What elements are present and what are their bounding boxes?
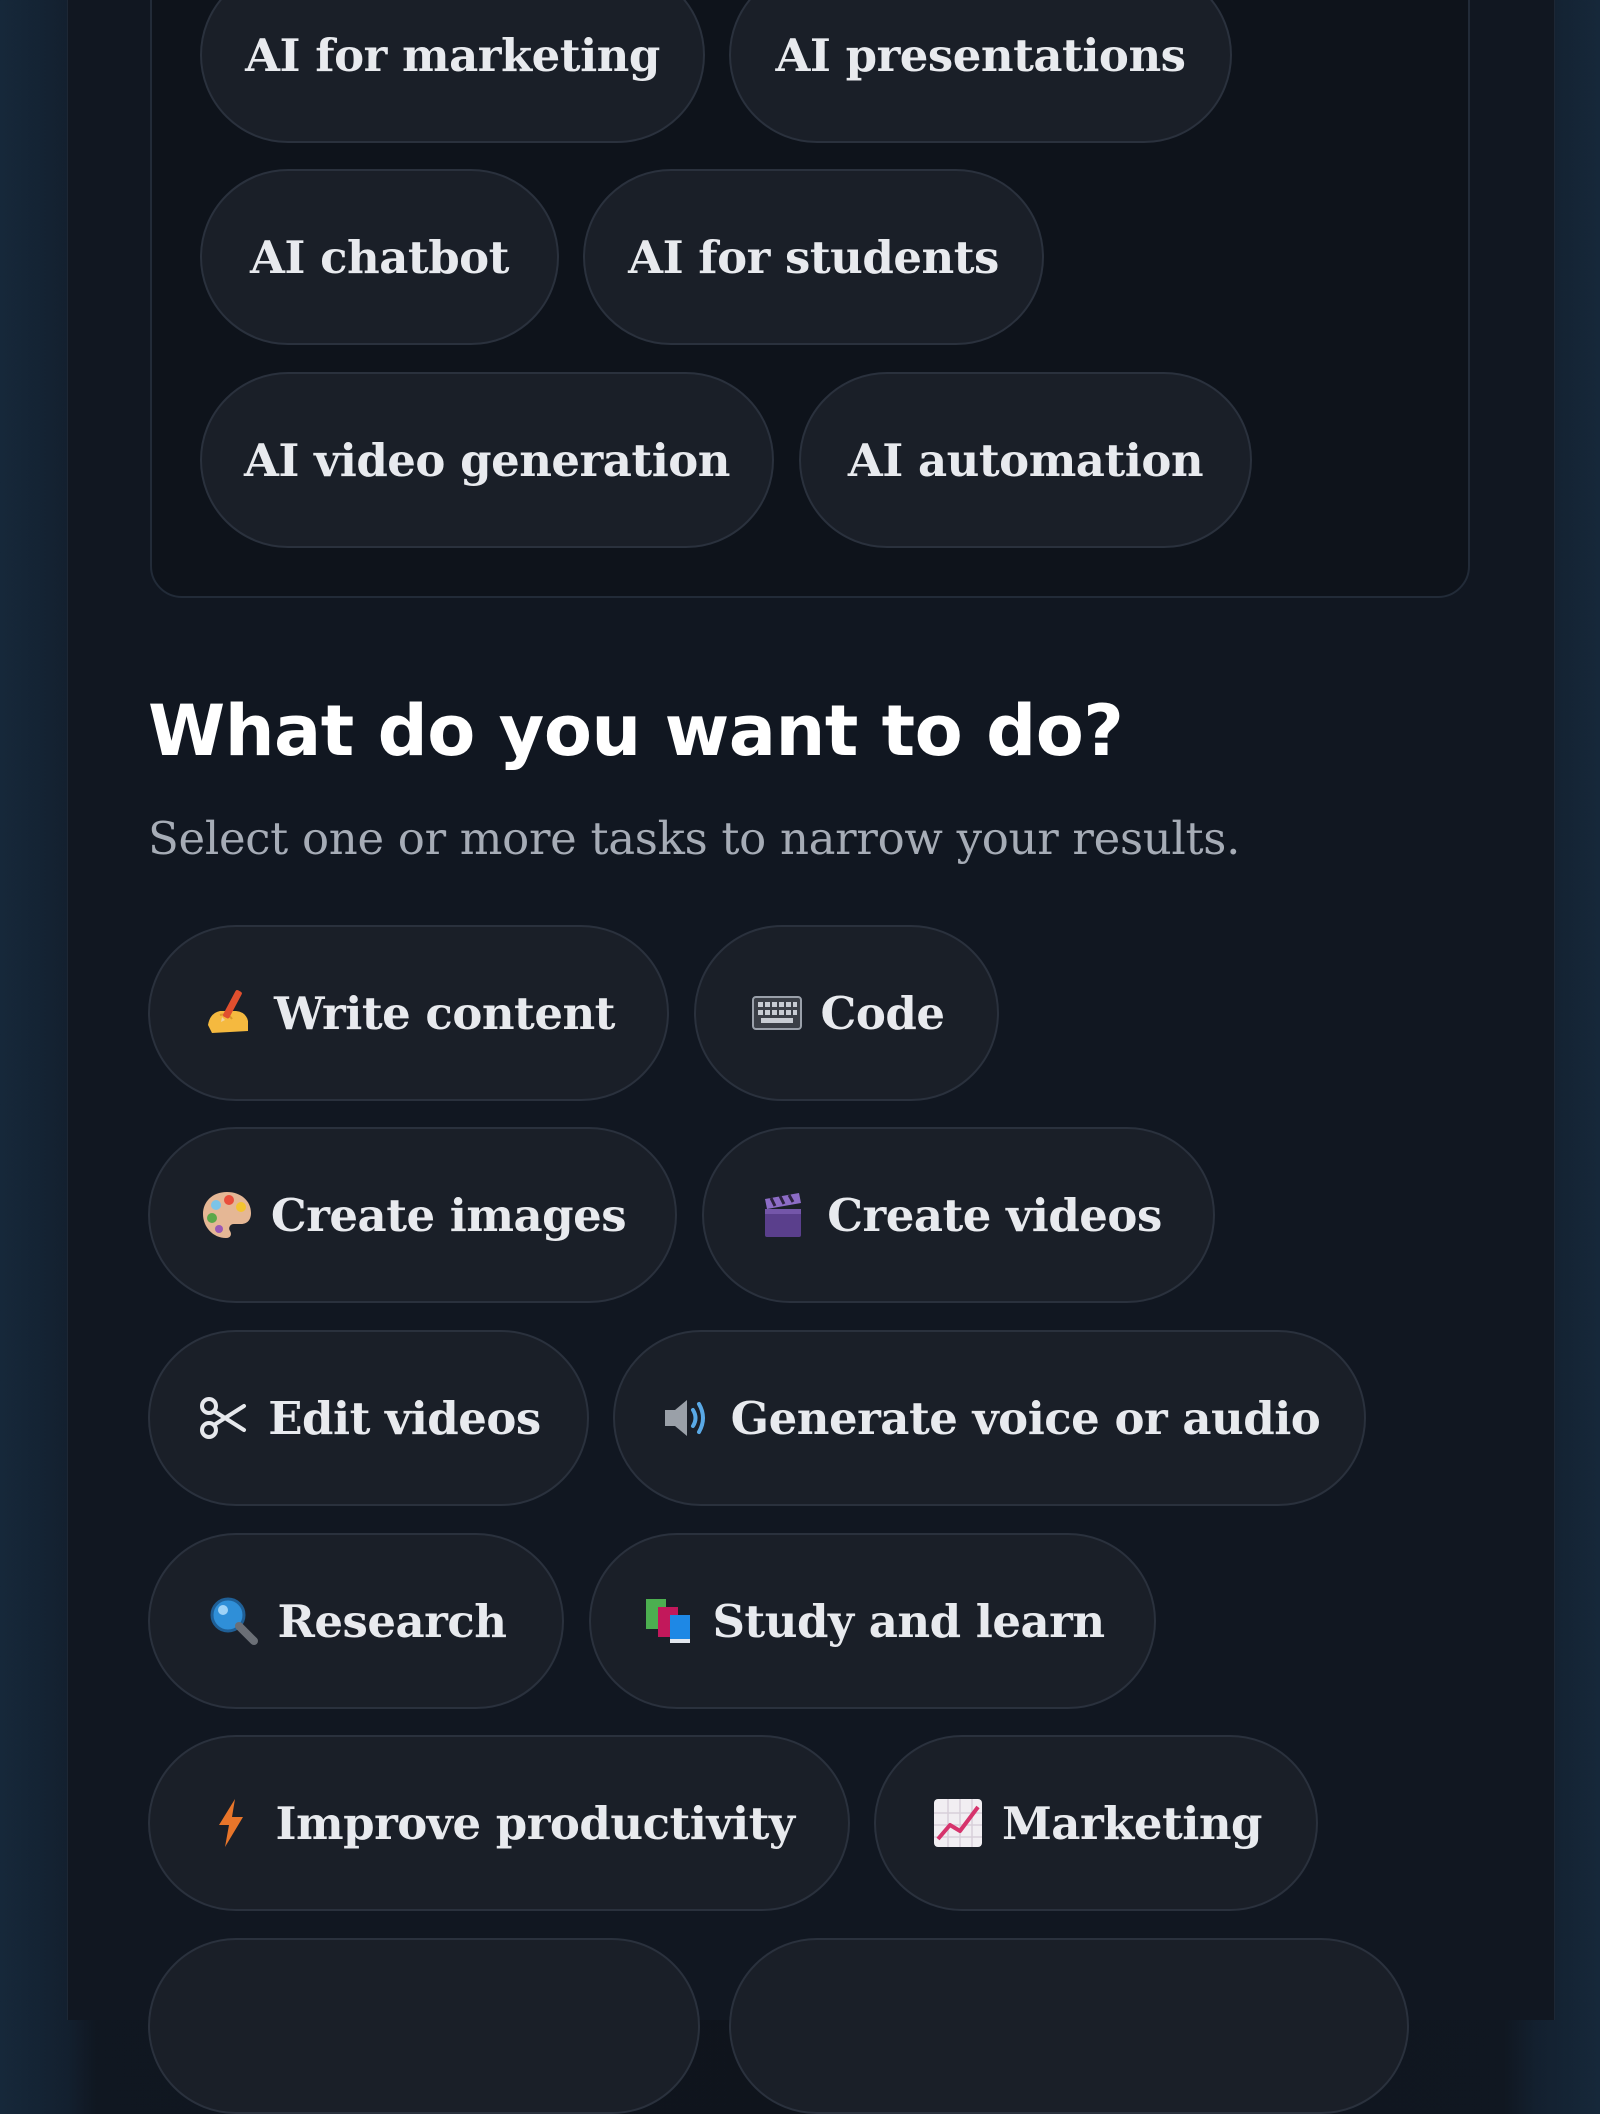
- task-chip-code[interactable]: Code: [694, 925, 999, 1101]
- task-chip-label: Write content: [274, 986, 615, 1040]
- section-subtitle: Select one or more tasks to narrow your …: [148, 812, 1241, 865]
- topic-chip-label: AI automation: [847, 433, 1204, 487]
- topic-chip-ai-chatbot[interactable]: AI chatbot: [200, 169, 559, 345]
- topic-chip-ai-video-generation[interactable]: AI video generation: [200, 372, 774, 548]
- task-chip-study-and-learn[interactable]: Study and learn: [589, 1533, 1156, 1709]
- writing-hand-icon: [202, 985, 258, 1041]
- task-chip-label: Edit videos: [268, 1391, 541, 1445]
- task-chip-label: Create images: [270, 1188, 627, 1242]
- palette-icon: [199, 1187, 255, 1243]
- books-icon: [640, 1593, 696, 1649]
- chart-increasing-icon: [930, 1795, 986, 1851]
- magnifying-glass-icon: [206, 1593, 262, 1649]
- topic-chip-label: AI for students: [628, 230, 999, 284]
- topic-chip-ai-for-marketing[interactable]: AI for marketing: [200, 0, 705, 143]
- task-chip-generate-voice-or-audio[interactable]: Generate voice or audio: [613, 1330, 1366, 1506]
- keyboard-icon: [749, 985, 805, 1041]
- task-chip-research[interactable]: Research: [148, 1533, 564, 1709]
- topic-chip-ai-automation[interactable]: AI automation: [799, 372, 1252, 548]
- topic-chip-label: AI for marketing: [245, 28, 660, 82]
- task-chip-label: Improve productivity: [275, 1796, 795, 1850]
- topic-chip-ai-presentations[interactable]: AI presentations: [729, 0, 1232, 143]
- topic-chip-label: AI video generation: [243, 433, 731, 487]
- task-chip-create-videos[interactable]: Create videos: [702, 1127, 1215, 1303]
- clapper-board-icon: [755, 1187, 811, 1243]
- task-chip-label: Generate voice or audio: [730, 1391, 1321, 1445]
- task-chip-label: Study and learn: [712, 1594, 1105, 1648]
- task-chip-edit-videos[interactable]: Edit videos: [148, 1330, 589, 1506]
- topic-chip-label: AI presentations: [775, 28, 1186, 82]
- task-chip-label: Research: [277, 1594, 507, 1648]
- task-chip-marketing[interactable]: Marketing: [874, 1735, 1318, 1911]
- section-title: What do you want to do?: [148, 690, 1124, 772]
- topic-chip-label: AI chatbot: [250, 230, 509, 284]
- task-chip-label: Create videos: [827, 1188, 1162, 1242]
- task-chip-partial-right[interactable]: [729, 1938, 1409, 2114]
- task-chip-label: Marketing: [1001, 1796, 1263, 1850]
- topic-chip-ai-for-students[interactable]: AI for students: [583, 169, 1044, 345]
- scissors-icon: [196, 1390, 252, 1446]
- task-chip-partial-left[interactable]: [148, 1938, 700, 2114]
- lightning-icon: [203, 1795, 259, 1851]
- task-chip-create-images[interactable]: Create images: [148, 1127, 677, 1303]
- task-chip-label: Code: [820, 986, 945, 1040]
- task-chip-write-content[interactable]: Write content: [148, 925, 669, 1101]
- speaker-icon: [659, 1390, 715, 1446]
- task-chip-improve-productivity[interactable]: Improve productivity: [148, 1735, 850, 1911]
